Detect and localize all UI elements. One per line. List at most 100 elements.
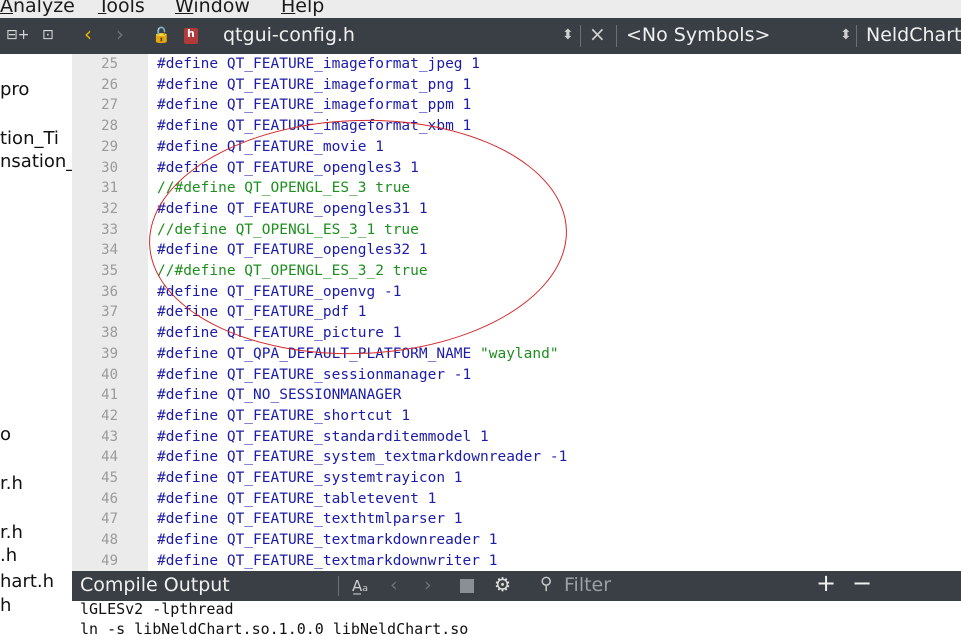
code-line-text: #define QT_FEATURE_systemtrayicon 1 [157, 470, 463, 486]
expand-icon[interactable]: ⊡ [42, 27, 54, 43]
project-file-item[interactable]: o [0, 424, 11, 445]
line-number: 30 [101, 159, 118, 176]
line-number: 36 [101, 283, 118, 300]
line-number: 46 [101, 490, 118, 507]
line-number: 38 [101, 325, 118, 342]
filter-input[interactable]: ⚲ Filter [534, 573, 808, 599]
project-file-item[interactable]: r.h [0, 473, 23, 494]
forward-arrow-icon[interactable]: › [116, 22, 124, 46]
code-line: #define QT_FEATURE_systemtrayicon 1 [157, 468, 463, 488]
code-line-text: #define QT_NO_SESSIONMANAGER [157, 387, 402, 404]
close-file-icon[interactable]: × [589, 22, 606, 46]
toolbar-separator [580, 25, 581, 47]
header-file-icon [184, 27, 198, 44]
project-file-item[interactable]: nsation_ [0, 151, 72, 172]
code-line: #define QT_FEATURE_imageformat_xbm 1 [157, 116, 471, 136]
add-pane-icon[interactable]: + [816, 569, 836, 597]
code-line-text: #define QT_QPA_DEFAULT_PLATFORM_NAME [157, 345, 481, 362]
text-size-icon[interactable]: A̲ₐ [352, 577, 368, 595]
code-line-text: #define QT_FEATURE_texthtmlparser 1 [157, 511, 463, 528]
project-tree: pro tion_Ti nsation_ o r.h r.h .h hart.h… [0, 54, 72, 636]
previous-icon[interactable]: ‹ [390, 574, 398, 596]
line-number: 44 [101, 449, 118, 466]
file-dropdown-arrow-icon[interactable]: ⬍ [562, 27, 574, 43]
code-line: #define QT_FEATURE_system_textmarkdownre… [157, 447, 567, 467]
code-line: #define QT_FEATURE_textmarkdownreader 1 [157, 530, 497, 550]
line-number: 41 [101, 387, 118, 404]
project-file-item[interactable]: .h [0, 545, 17, 566]
menu-window[interactable]: Window [175, 0, 250, 17]
code-line-text: #define QT_FEATURE_imageformat_png 1 [157, 76, 472, 93]
code-line-text: #define QT_FEATURE_pdf 1 [157, 304, 367, 321]
code-line-text: #define QT_FEATURE_opengles32 1 [157, 242, 428, 259]
line-number: 27 [101, 97, 118, 114]
code-line-text: #define QT_FEATURE_textmarkdownwriter 1 [157, 552, 498, 569]
code-line-text: #define QT_FEATURE_shortcut 1 [157, 407, 411, 424]
compile-output-header: Compile Output A̲ₐ ‹ › ⚙ ⚲ Filter + − [72, 569, 961, 601]
line-number: 47 [101, 511, 118, 528]
code-line-text: #define QT_FEATURE_openvg -1 [157, 283, 402, 300]
menu-tools[interactable]: Tools [98, 0, 145, 17]
code-line: #define QT_FEATURE_imageformat_png 1 [157, 75, 471, 95]
toolbar-separator [338, 576, 339, 596]
menu-analyze[interactable]: Analyze [0, 0, 75, 17]
symbols-dropdown[interactable]: <No Symbols> [626, 24, 770, 46]
code-line: #define QT_FEATURE_standarditemmodel 1 [157, 427, 489, 447]
code-line-text: #define QT_FEATURE_system_textmarkdownre… [157, 449, 568, 466]
line-number: 40 [101, 366, 118, 383]
code-line-text: //#define QT_OPENGL_ES_3_2 true [157, 263, 428, 279]
line-number-gutter: 25 26 27 28 29 30 31 32 33 34 35 36 37 38 39 40 41 42 43 44… [72, 54, 148, 571]
code-line-text: #define QT_FEATURE_opengles3 1 [157, 159, 419, 176]
code-comment-line: //#define QT_OPENGL_ES_3 true [157, 178, 410, 198]
output-line: ln -s libNeldChart.so.1.0.0 libNeldChart… [80, 620, 469, 636]
line-number: 39 [101, 345, 118, 362]
toolbar-separator [616, 25, 617, 47]
code-editor[interactable]: #define QT_FEATURE_imageformat_jpeg 1 #de… [148, 54, 961, 571]
code-line: #define QT_FEATURE_texthtmlparser 1 [157, 509, 463, 529]
remove-pane-icon[interactable]: − [852, 569, 872, 597]
code-line: #define QT_FEATURE_shortcut 1 [157, 406, 410, 426]
code-line-text: #define QT_FEATURE_sessionmanager -1 [157, 366, 472, 383]
code-line-text: #define QT_FEATURE_picture 1 [157, 325, 402, 342]
symbols-dropdown-arrow-icon[interactable]: ⬍ [840, 27, 852, 43]
split-icon[interactable]: ⊟+ [6, 27, 29, 43]
project-file-item[interactable]: tion_Ti [0, 128, 59, 149]
line-number: 49 [101, 552, 118, 569]
code-line: #define QT_FEATURE_imageformat_jpeg 1 [157, 54, 480, 74]
stop-icon[interactable] [460, 579, 474, 593]
menu-bar: Analyze Tools Window Help [0, 0, 961, 18]
back-arrow-icon[interactable]: ‹ [84, 22, 92, 46]
code-line: #define QT_FEATURE_sessionmanager -1 [157, 365, 471, 385]
project-file-item[interactable]: hart.h [0, 571, 54, 592]
code-line: #define QT_FEATURE_tabletevent 1 [157, 489, 436, 509]
line-number: 48 [101, 532, 118, 549]
editor-toolbar: ‹ › 🔓 qtgui-config.h ⬍ × <No Symbols> ⬍ … [72, 18, 961, 54]
line-number: 42 [101, 407, 118, 424]
compile-output-text: lGLESv2 -lpthread ln -s libNeldChart.so.… [72, 601, 961, 636]
code-line: #define QT_NO_SESSIONMANAGER [157, 385, 401, 405]
code-line-text: #define QT_FEATURE_standarditemmodel 1 [157, 428, 489, 445]
lock-icon: 🔓 [152, 26, 171, 44]
code-line: #define QT_FEATURE_opengles32 1 [157, 240, 428, 260]
gear-icon[interactable]: ⚙ [494, 574, 511, 596]
project-file-item[interactable]: h [0, 595, 11, 616]
string-literal: "wayland" [480, 345, 559, 362]
project-file-item[interactable]: r.h [0, 522, 23, 543]
project-file-item[interactable]: pro [0, 79, 29, 100]
code-comment-line: //define QT_OPENGL_ES_3_1 true [157, 220, 419, 240]
menu-help[interactable]: Help [281, 0, 324, 17]
class-dropdown[interactable]: NeldChart [866, 24, 961, 46]
toolbar-separator [856, 25, 857, 47]
open-file-name[interactable]: qtgui-config.h [223, 24, 355, 46]
search-icon: ⚲ [540, 574, 553, 594]
code-line: #define QT_FEATURE_movie 1 [157, 137, 384, 157]
code-line-text: #define QT_FEATURE_imageformat_xbm 1 [157, 118, 472, 135]
next-icon[interactable]: › [424, 574, 432, 596]
code-line: #define QT_FEATURE_openvg -1 [157, 282, 401, 302]
code-line: #define QT_QPA_DEFAULT_PLATFORM_NAME "wa… [157, 344, 559, 364]
line-number: 28 [101, 118, 118, 135]
code-line: #define QT_FEATURE_pdf 1 [157, 302, 367, 322]
line-number: 29 [101, 138, 118, 155]
code-line: #define QT_FEATURE_textmarkdownwriter 1 [157, 551, 497, 571]
code-line: #define QT_FEATURE_picture 1 [157, 323, 401, 343]
